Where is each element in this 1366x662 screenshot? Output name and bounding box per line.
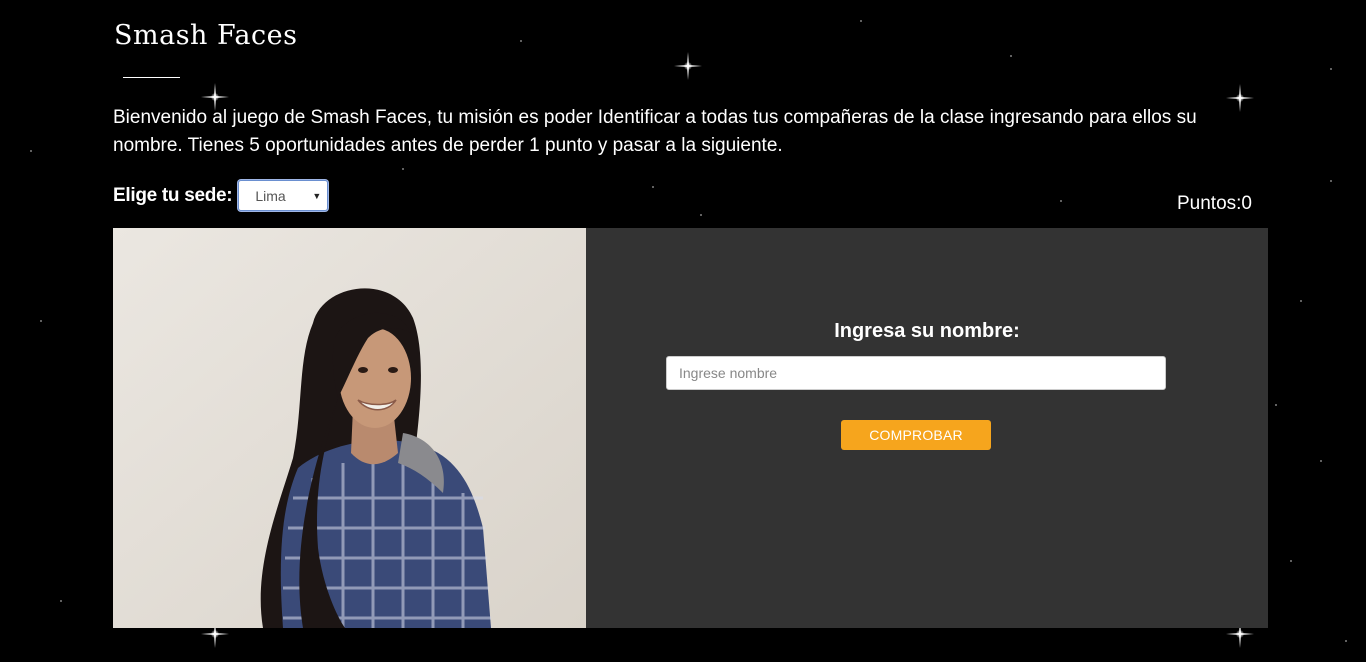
check-button[interactable]: COMPROBAR: [841, 420, 991, 450]
intro-text: Bienvenido al juego de Smash Faces, tu m…: [113, 107, 1197, 156]
sede-label: Elige tu sede:: [113, 184, 233, 206]
sede-selected-value: Lima: [255, 188, 286, 204]
answer-panel: Ingresa su nombre: COMPROBAR: [586, 228, 1268, 628]
student-photo-illustration: [113, 228, 586, 628]
sparkle-icon: [674, 52, 702, 80]
question-heading: Ingresa su nombre:: [834, 320, 1020, 342]
game-area: Ingresa su nombre: COMPROBAR: [113, 228, 1268, 628]
page-title: Smash Faces: [114, 20, 298, 51]
score-label: Puntos:: [1176, 193, 1242, 214]
title-underline: [123, 77, 180, 78]
sede-select[interactable]: Lima ▼: [238, 180, 329, 211]
name-input[interactable]: [666, 356, 1166, 390]
score-value: 0: [1241, 193, 1252, 214]
sede-row: Elige tu sede: Lima ▼: [113, 180, 329, 211]
student-photo: [113, 228, 586, 628]
score-display: Puntos:0: [1177, 193, 1252, 215]
caret-down-icon: ▼: [312, 191, 322, 201]
